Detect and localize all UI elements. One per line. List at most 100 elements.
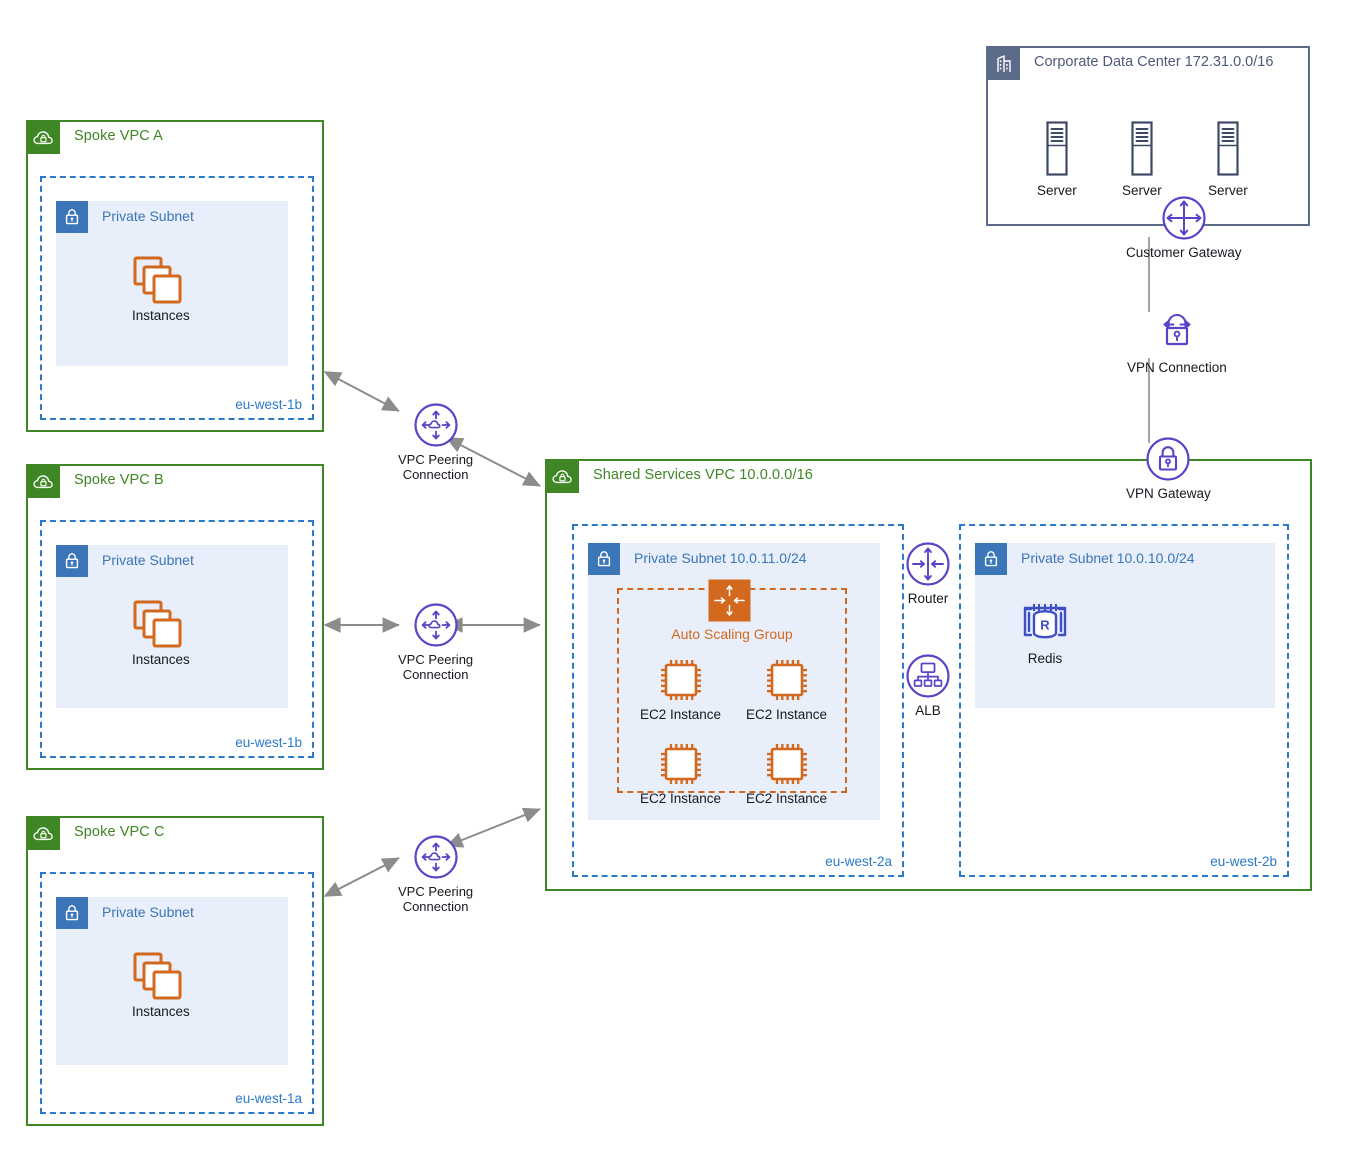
vpn-gateway-icon — [1146, 437, 1190, 481]
spoke-vpc-c-instances: Instances — [132, 952, 190, 1020]
spoke-vpc-c-instances-label: Instances — [132, 1004, 190, 1019]
spoke-vpc-c-az: Private Subnet Instances eu-west-1a — [40, 872, 314, 1114]
customer-gateway-label: Customer Gateway — [1126, 245, 1242, 260]
spoke-vpc-a-title: Spoke VPC A — [74, 128, 163, 144]
spoke-vpc-a-az: Private Subnet Instances eu-west-1b — [40, 176, 314, 420]
auto-scaling-group-icon — [708, 579, 751, 622]
spoke-vpc-b-subnet-title: Private Subnet — [102, 552, 194, 568]
customer-gateway-icon — [1162, 196, 1206, 240]
vpc-peering-connection-a[interactable]: VPC Peering Connection — [398, 402, 473, 483]
private-subnet-lock-icon — [588, 543, 620, 575]
ec2-instance-3: EC2 Instance — [640, 741, 721, 807]
vpn-gateway-label: VPN Gateway — [1126, 486, 1211, 501]
shared-vpc-az-2a-label: eu-west-2a — [825, 854, 892, 869]
spoke-vpc-b-title: Spoke VPC B — [74, 472, 164, 488]
elasticache-redis-icon: R — [1023, 604, 1067, 639]
architecture-diagram-canvas: Spoke VPC A Private Subnet Instances eu-… — [0, 0, 1356, 1160]
server-1-label: Server — [1037, 183, 1077, 198]
spoke-vpc-b-az-label: eu-west-1b — [235, 735, 302, 750]
vpc-cloud-lock-icon — [28, 122, 60, 154]
server-icon — [1046, 121, 1068, 176]
auto-scaling-group-title: Auto Scaling Group — [671, 626, 793, 642]
alb-node[interactable]: ALB — [905, 653, 951, 719]
shared-vpc-subnet-10-0-10-0: Private Subnet 10.0.10.0/24 R Redis — [975, 543, 1275, 708]
ec2-instances-stack-icon — [133, 952, 182, 1000]
router-icon — [906, 542, 950, 586]
ec2-instance-icon — [766, 744, 807, 784]
vpc-peering-connection-icon — [413, 403, 458, 447]
vpc-peering-connection-a-label: VPC Peering Connection — [398, 452, 474, 483]
wire-spokeA-peering — [323, 371, 400, 412]
spoke-vpc-c-subnet-title: Private Subnet — [102, 904, 194, 920]
spoke-vpc-c-az-label: eu-west-1a — [235, 1091, 302, 1106]
server-1: Server — [1037, 121, 1077, 199]
ec2-instances-stack-icon — [133, 600, 182, 648]
wire-spokeC-peering — [323, 857, 400, 897]
vpc-peering-connection-c-label: VPC Peering Connection — [398, 884, 474, 915]
ec2-instance-2: EC2 Instance — [746, 657, 827, 723]
private-subnet-lock-icon — [56, 545, 88, 577]
vpn-connection-node[interactable]: VPN Connection — [1127, 310, 1227, 376]
vpc-peering-connection-b[interactable]: VPC Peering Connection — [398, 602, 473, 683]
spoke-vpc-a-instances-label: Instances — [132, 308, 190, 323]
private-subnet-lock-icon — [975, 543, 1007, 575]
shared-vpc-subnet-2b-title: Private Subnet 10.0.10.0/24 — [1021, 550, 1195, 566]
private-subnet-lock-icon — [56, 201, 88, 233]
spoke-vpc-c-subnet: Private Subnet Instances — [56, 897, 288, 1065]
vpc-peering-connection-c[interactable]: VPC Peering Connection — [398, 834, 473, 915]
vpc-peering-connection-icon — [413, 835, 458, 879]
vpn-gateway-node[interactable]: VPN Gateway — [1126, 436, 1211, 502]
redis-cache-node: R Redis — [1019, 601, 1071, 667]
svg-text:R: R — [1040, 618, 1050, 633]
ec2-instance-icon — [766, 660, 807, 700]
ec2-instance-1-label: EC2 Instance — [640, 707, 722, 722]
ec2-instances-stack-icon — [133, 256, 182, 304]
shared-vpc-subnet-2a-title: Private Subnet 10.0.11.0/24 — [634, 550, 807, 566]
alb-label: ALB — [915, 703, 941, 718]
private-subnet-lock-icon — [56, 897, 88, 929]
shared-services-vpc-title: Shared Services VPC 10.0.0.0/16 — [593, 467, 813, 483]
spoke-vpc-a-instances: Instances — [132, 256, 190, 324]
shared-vpc-az-2a: Private Subnet 10.0.11.0/24 Auto Scaling… — [572, 524, 904, 877]
spoke-vpc-b-instances-label: Instances — [132, 652, 190, 667]
vpc-cloud-lock-icon — [547, 461, 579, 493]
server-icon — [1217, 121, 1239, 176]
ec2-instance-3-label: EC2 Instance — [640, 791, 722, 806]
customer-gateway-node[interactable]: Customer Gateway — [1126, 195, 1242, 261]
vpc-cloud-lock-icon — [28, 818, 60, 850]
vpn-connection-label: VPN Connection — [1127, 360, 1227, 375]
spoke-vpc-a-subnet-title: Private Subnet — [102, 208, 194, 224]
spoke-vpc-c-title: Spoke VPC C — [74, 824, 165, 840]
redis-label: Redis — [1027, 651, 1063, 666]
spoke-vpc-a-subnet: Private Subnet Instances — [56, 201, 288, 366]
server-2: Server — [1122, 121, 1162, 199]
spoke-vpc-b: Spoke VPC B Private Subnet Instances eu-… — [26, 464, 324, 770]
shared-vpc-az-2b: Private Subnet 10.0.10.0/24 R Redis eu-w… — [959, 524, 1289, 877]
shared-vpc-az-2b-label: eu-west-2b — [1210, 854, 1277, 869]
vpc-peering-connection-b-label: VPC Peering Connection — [398, 652, 474, 683]
spoke-vpc-a-az-label: eu-west-1b — [235, 397, 302, 412]
ec2-instance-icon — [660, 660, 701, 700]
router-node[interactable]: Router — [905, 541, 951, 607]
spoke-vpc-c: Spoke VPC C Private Subnet Instances eu-… — [26, 816, 324, 1126]
router-label: Router — [907, 591, 949, 606]
ec2-instance-1: EC2 Instance — [640, 657, 721, 723]
shared-vpc-subnet-10-0-11-0: Private Subnet 10.0.11.0/24 Auto Scaling… — [588, 543, 880, 820]
vpc-peering-connection-icon — [413, 603, 458, 647]
vpc-cloud-lock-icon — [28, 466, 60, 498]
server-icon — [1131, 121, 1153, 176]
corporate-data-center-icon — [988, 48, 1020, 80]
application-load-balancer-icon — [906, 654, 950, 698]
ec2-instance-4-label: EC2 Instance — [746, 791, 828, 806]
spoke-vpc-a: Spoke VPC A Private Subnet Instances eu-… — [26, 120, 324, 432]
ec2-instance-4: EC2 Instance — [746, 741, 827, 807]
server-3: Server — [1208, 121, 1248, 199]
corporate-data-center-title: Corporate Data Center 172.31.0.0/16 — [1034, 54, 1274, 70]
spoke-vpc-b-az: Private Subnet Instances eu-west-1b — [40, 520, 314, 758]
spoke-vpc-b-instances: Instances — [132, 600, 190, 668]
ec2-instance-2-label: EC2 Instance — [746, 707, 828, 722]
auto-scaling-group: Auto Scaling Group EC2 Instance EC2 Inst… — [617, 579, 847, 806]
spoke-vpc-b-subnet: Private Subnet Instances — [56, 545, 288, 708]
vpn-connection-icon — [1163, 314, 1191, 346]
ec2-instance-icon — [660, 744, 701, 784]
